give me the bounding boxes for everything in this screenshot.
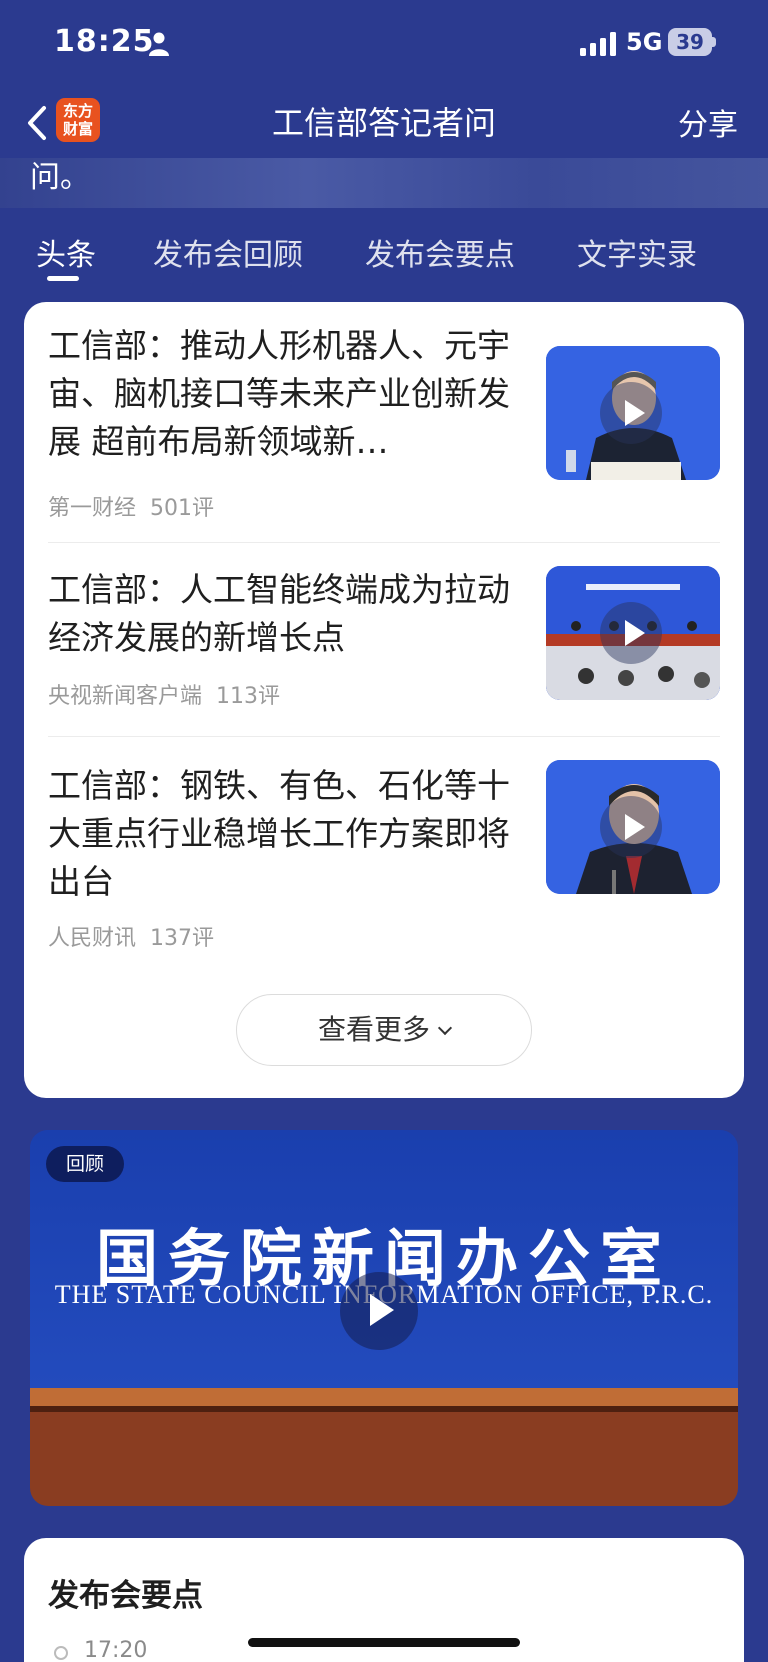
status-time: 18:25 (54, 24, 155, 59)
nav-bar: 东方财富 工信部答记者问 分享 (0, 88, 768, 158)
news-thumbnail[interactable] (546, 566, 720, 700)
news-thumbnail[interactable] (546, 346, 720, 480)
view-more-label: 查看更多 (317, 1013, 430, 1046)
play-icon[interactable] (340, 1272, 418, 1350)
list-item[interactable]: 工信部：人工智能终端成为拉动经济发展的新增长点 央视新闻客户端 113评 (48, 542, 720, 727)
battery-level: 39 (668, 28, 712, 56)
news-title[interactable]: 工信部：推动人形机器人、元宇宙、脑机接口等未来产业创新发展 超前布局新领域新… (48, 322, 518, 466)
home-indicator[interactable] (248, 1638, 520, 1647)
tab-transcript[interactable]: 文字实录 (577, 230, 697, 274)
news-thumbnail[interactable] (546, 760, 720, 894)
section-title: 发布会要点 (48, 1578, 203, 1614)
signal-icon (580, 32, 616, 56)
view-more-button[interactable]: 查看更多 (236, 994, 532, 1066)
news-meta: 央视新闻客户端 113评 (48, 678, 294, 710)
news-comments: 137评 (150, 926, 215, 951)
news-source: 人民财讯 (48, 926, 137, 951)
video-player[interactable]: 回顾 国务院新闻办公室 THE STATE COUNCIL INFORMATIO… (30, 1130, 738, 1506)
play-icon[interactable] (600, 382, 662, 444)
tab-review[interactable]: 发布会回顾 (153, 230, 303, 274)
network-label: 5G (626, 28, 663, 56)
news-meta: 人民财讯 137评 (48, 920, 228, 952)
hero-banner: 问。 (0, 158, 768, 208)
share-button[interactable]: 分享 (678, 100, 738, 144)
news-title[interactable]: 工信部：钢铁、有色、石化等十大重点行业稳增长工作方案即将出台 (48, 762, 518, 906)
chevron-down-icon (437, 1020, 453, 1036)
timeline-time: 17:20 (84, 1638, 148, 1662)
news-meta: 第一财经 501评 (48, 490, 228, 522)
news-comments: 501评 (150, 496, 215, 521)
hero-text: 问。 (30, 160, 90, 195)
tab-bar: 头条 发布会回顾 发布会要点 文字实录 (0, 220, 768, 281)
news-card: 工信部：推动人形机器人、元宇宙、脑机接口等未来产业创新发展 超前布局新领域新… … (24, 302, 744, 1098)
news-source: 央视新闻客户端 (48, 684, 203, 709)
news-title[interactable]: 工信部：人工智能终端成为拉动经济发展的新增长点 (48, 566, 518, 662)
tab-headlines[interactable]: 头条 (36, 230, 96, 274)
page-title: 工信部答记者问 (271, 104, 496, 142)
status-bar: 18:25 5G 39 (0, 0, 768, 88)
battery-icon: 39 (668, 28, 716, 56)
play-icon[interactable] (600, 796, 662, 858)
news-source: 第一财经 (48, 496, 137, 521)
news-comments: 113评 (216, 684, 281, 709)
tab-active-indicator (47, 276, 79, 281)
replay-badge: 回顾 (46, 1146, 124, 1182)
list-item[interactable]: 工信部：推动人形机器人、元宇宙、脑机接口等未来产业创新发展 超前布局新领域新… … (48, 322, 720, 521)
tab-key-points[interactable]: 发布会要点 (365, 230, 515, 274)
play-icon[interactable] (600, 602, 662, 664)
person-icon (149, 32, 169, 56)
timeline-dot (54, 1646, 68, 1660)
list-item[interactable]: 工信部：钢铁、有色、石化等十大重点行业稳增长工作方案即将出台 人民财讯 137评 (48, 736, 720, 956)
